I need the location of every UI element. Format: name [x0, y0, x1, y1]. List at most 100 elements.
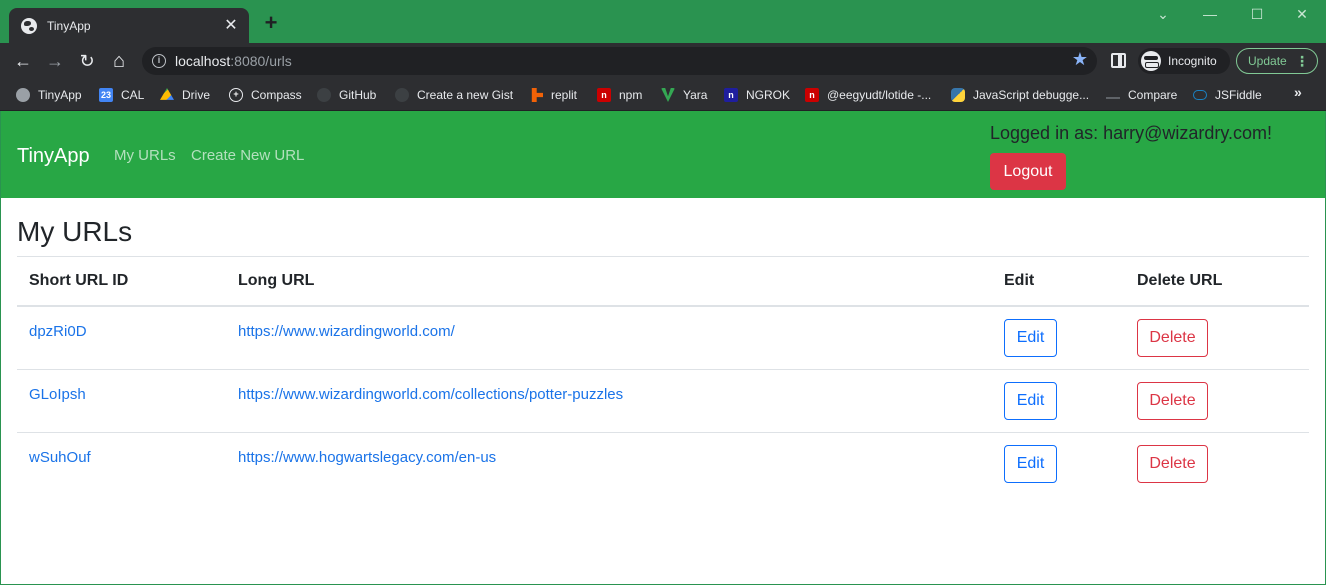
bookmark-label: TinyApp — [38, 88, 82, 102]
bookmark-label: npm — [619, 88, 643, 102]
edit-button[interactable]: Edit — [1004, 445, 1057, 483]
calendar-icon: 23 — [99, 88, 113, 102]
replit-icon — [531, 88, 543, 102]
github-icon — [317, 88, 331, 102]
long-url-link[interactable]: https://www.wizardingworld.com/collectio… — [238, 386, 623, 403]
bookmarks-overflow-icon[interactable]: » — [1294, 84, 1302, 100]
bookmark-label: JSFiddle — [1215, 88, 1262, 102]
minimize-button[interactable]: — — [1200, 6, 1220, 22]
python-icon — [951, 88, 965, 102]
bookmark-jsfiddle[interactable]: JSFiddle — [1193, 85, 1262, 105]
bookmark-lotide[interactable]: n @eegyudt/lotide -... — [805, 85, 931, 105]
browser-titlebar: TinyApp ✕ + ⌄ — ☐ ✕ — [0, 0, 1326, 43]
close-tab-icon[interactable]: ✕ — [223, 17, 239, 34]
short-url-link[interactable]: dpzRi0D — [29, 323, 87, 340]
url-path: :8080/urls — [230, 53, 292, 69]
url-text[interactable]: localhost:8080/urls — [175, 53, 292, 69]
close-window-button[interactable]: ✕ — [1292, 6, 1312, 23]
back-button[interactable]: ← — [11, 49, 35, 73]
incognito-label: Incognito — [1168, 54, 1217, 68]
bookmark-label: Compass — [251, 88, 302, 102]
bookmark-tinyapp[interactable]: TinyApp — [16, 85, 82, 105]
nav-create-new-url[interactable]: Create New URL — [191, 147, 304, 164]
table-row: dpzRi0D https://www.wizardingworld.com/ … — [17, 307, 1309, 370]
yara-icon — [661, 88, 675, 102]
short-url-link[interactable]: GLoIpsh — [29, 386, 86, 403]
browser-tab[interactable]: TinyApp ✕ — [9, 8, 249, 43]
npm-icon: n — [805, 88, 819, 102]
incognito-icon — [1141, 51, 1161, 71]
compare-icon — [1106, 91, 1120, 99]
long-url-link[interactable]: https://www.wizardingworld.com/ — [238, 323, 455, 340]
npm-icon: n — [597, 88, 611, 102]
table-top-border — [17, 256, 1309, 257]
bookmark-label: Create a new Gist — [417, 88, 514, 102]
bookmark-yara[interactable]: Yara — [661, 85, 707, 105]
column-header-short-url: Short URL ID — [29, 272, 129, 289]
home-button[interactable]: ⌂ — [107, 49, 131, 73]
globe-icon — [21, 17, 37, 34]
incognito-badge[interactable]: Incognito — [1138, 48, 1230, 74]
table-row: GLoIpsh https://www.wizardingworld.com/c… — [17, 370, 1309, 433]
forward-button[interactable]: → — [43, 49, 67, 73]
column-header-long-url: Long URL — [238, 272, 315, 289]
bookmark-label: Drive — [182, 88, 211, 102]
bookmark-label: replit — [551, 88, 578, 102]
bookmark-label: Yara — [683, 88, 708, 102]
info-icon[interactable]: i — [152, 54, 166, 68]
bookmark-replit[interactable]: replit — [529, 85, 577, 105]
bookmark-label: NGROK — [746, 88, 791, 102]
bookmark-label: @eegyudt/lotide -... — [827, 88, 932, 102]
chevron-down-icon[interactable]: ⌄ — [1153, 6, 1173, 23]
page-title: My URLs — [17, 216, 133, 247]
short-url-link[interactable]: wSuhOuf — [29, 449, 91, 466]
address-bar[interactable]: i localhost:8080/urls ★ — [142, 47, 1097, 75]
edit-button[interactable]: Edit — [1004, 319, 1057, 357]
page-navbar: TinyApp My URLs Create New URL Logged in… — [0, 111, 1326, 198]
bookmark-cal[interactable]: 23 CAL — [99, 85, 144, 105]
update-label: Update — [1248, 54, 1287, 68]
bookmark-label: JavaScript debugge... — [973, 88, 1090, 102]
column-header-edit: Edit — [1004, 272, 1035, 289]
long-url-link[interactable]: https://www.hogwartslegacy.com/en-us — [238, 449, 496, 466]
compass-icon: + — [229, 88, 243, 102]
delete-button[interactable]: Delete — [1137, 382, 1208, 420]
bookmark-drive[interactable]: Drive — [160, 85, 210, 105]
jsfiddle-icon — [1193, 90, 1207, 100]
bookmark-compass[interactable]: + Compass — [229, 85, 302, 105]
logout-button[interactable]: Logout — [990, 153, 1066, 190]
table-row: wSuhOuf https://www.hogwartslegacy.com/e… — [17, 433, 1309, 496]
bookmark-ngrok[interactable]: n NGROK — [724, 85, 790, 105]
url-host: localhost — [175, 53, 231, 69]
menu-dots-icon[interactable]: ⋮ — [1295, 49, 1309, 73]
bookmarks-bar: TinyApp 23 CAL Drive + Compass GitHub Crea… — [0, 79, 1326, 111]
ngrok-icon: n — [724, 88, 738, 102]
maximize-button[interactable]: ☐ — [1247, 6, 1267, 23]
browser-toolbar: ← → ↻ ⌂ i localhost:8080/urls ★ Incognit… — [0, 43, 1326, 79]
nav-my-urls[interactable]: My URLs — [114, 147, 176, 164]
edit-button[interactable]: Edit — [1004, 382, 1057, 420]
update-button[interactable]: Update ⋮ — [1236, 48, 1318, 74]
bookmark-gist[interactable]: Create a new Gist — [395, 85, 513, 105]
bookmark-js-debugger[interactable]: JavaScript debugge... — [951, 85, 1089, 105]
drive-icon — [160, 88, 174, 100]
bookmark-label: CAL — [121, 88, 145, 102]
delete-button[interactable]: Delete — [1137, 319, 1208, 357]
window-border-left — [0, 111, 1, 585]
bookmark-compare[interactable]: Compare — [1106, 85, 1177, 105]
bookmark-label: Compare — [1128, 88, 1178, 102]
column-header-delete: Delete URL — [1137, 272, 1223, 289]
bookmark-npm[interactable]: n npm — [597, 85, 642, 105]
star-icon[interactable]: ★ — [1072, 49, 1088, 70]
brand-link[interactable]: TinyApp — [17, 145, 90, 168]
login-status: Logged in as: harry@wizardry.com! — [990, 123, 1273, 143]
new-tab-button[interactable]: + — [259, 12, 283, 34]
reload-button[interactable]: ↻ — [75, 49, 99, 73]
bookmark-label: GitHub — [339, 88, 377, 102]
bookmark-github[interactable]: GitHub — [317, 85, 376, 105]
delete-button[interactable]: Delete — [1137, 445, 1208, 483]
tab-title: TinyApp — [47, 18, 91, 33]
side-panel-icon[interactable] — [1111, 53, 1126, 68]
globe-icon — [16, 88, 30, 102]
github-icon — [395, 88, 409, 102]
